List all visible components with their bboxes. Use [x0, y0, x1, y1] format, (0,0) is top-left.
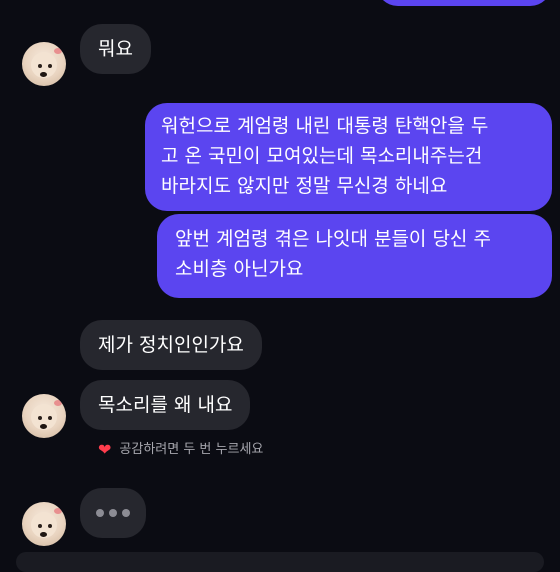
message-composer-edge[interactable]	[16, 552, 544, 572]
avatar-accent	[54, 508, 62, 514]
message-text-line: 앞번 계엄령 겪은 나잇대 분들이 당신 주	[175, 228, 491, 250]
avatar-eye	[48, 64, 52, 68]
avatar-nose	[40, 72, 47, 77]
avatar-eye	[48, 524, 52, 528]
reaction-hint-text: 공감하려면 두 번 누르세요	[119, 442, 264, 457]
received-message-bubble[interactable]: 뭐요	[80, 24, 151, 74]
typing-dot	[109, 509, 117, 517]
sent-message-bubble[interactable]: 앞번 계엄령 겪은 나잇대 분들이 당신 주 소비층 아닌가요	[157, 214, 552, 298]
message-text-line: 바라지도 않지만 정말 무신경 하네요	[161, 175, 448, 197]
message-text: 목소리를 왜 내요	[98, 394, 233, 416]
contact-avatar[interactable]	[22, 502, 66, 546]
avatar-nose	[40, 424, 47, 429]
message-text-line: 워헌으로 계엄령 내린 대통령 탄핵안을 두	[161, 115, 489, 137]
sent-message-bubble-partial[interactable]	[376, 0, 552, 6]
message-text-line: 고 온 국민이 모여있는데 목소리내주는건	[161, 145, 483, 167]
avatar-eye	[48, 416, 52, 420]
sent-message-bubble[interactable]: 워헌으로 계엄령 내린 대통령 탄핵안을 두 고 온 국민이 모여있는데 목소리…	[145, 103, 552, 211]
reaction-hint: ❤ 공감하려면 두 번 누르세요	[98, 441, 263, 459]
heart-icon: ❤	[98, 440, 112, 459]
avatar-eye	[38, 416, 42, 420]
typing-indicator	[80, 488, 146, 538]
received-message-bubble[interactable]: 제가 정치인인가요	[80, 320, 262, 370]
avatar-nose	[40, 532, 47, 537]
contact-avatar[interactable]	[22, 394, 66, 438]
received-message-bubble[interactable]: 목소리를 왜 내요	[80, 380, 251, 430]
message-text: 제가 정치인인가요	[98, 334, 244, 356]
message-text-line: 소비층 아닌가요	[175, 258, 304, 280]
avatar-accent	[54, 400, 62, 406]
avatar-eye	[38, 64, 42, 68]
typing-dot	[96, 509, 104, 517]
contact-avatar[interactable]	[22, 42, 66, 86]
avatar-eye	[38, 524, 42, 528]
avatar-accent	[54, 48, 62, 54]
typing-dot	[122, 509, 130, 517]
message-text: 뭐요	[98, 38, 133, 60]
